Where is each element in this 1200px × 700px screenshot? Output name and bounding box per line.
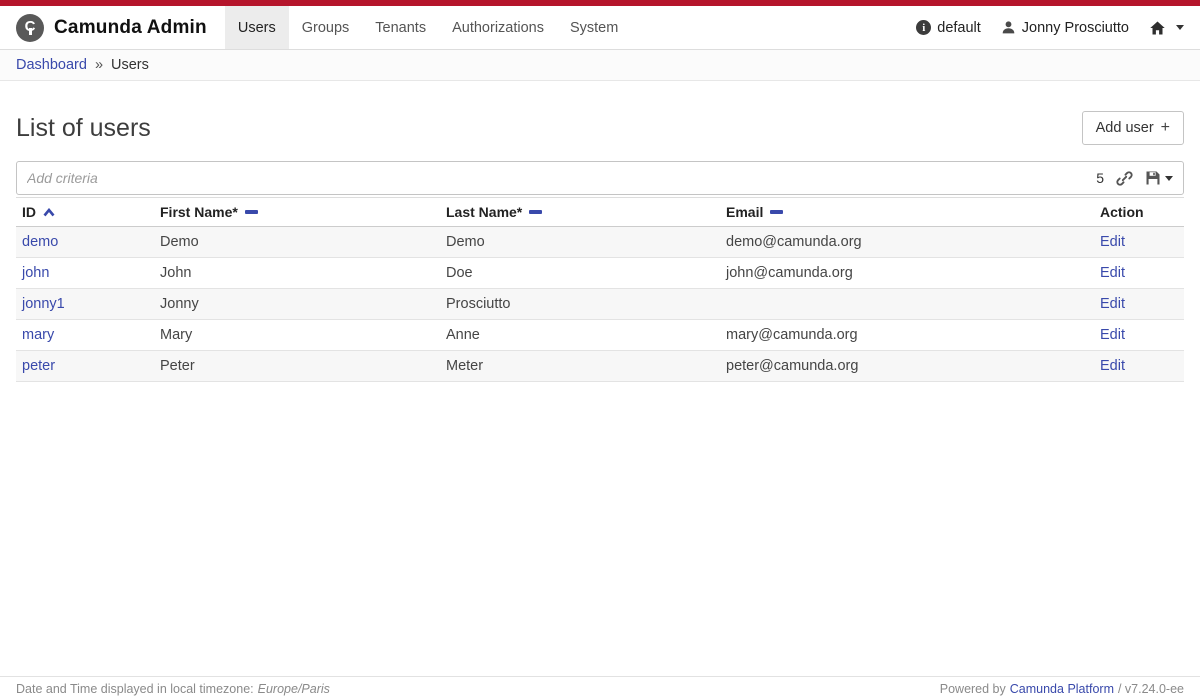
user-menu[interactable]: Jonny Prosciutto: [1001, 20, 1129, 36]
table-row: demo Demo Demo demo@camunda.org Edit: [16, 227, 1184, 258]
breadcrumb-separator: »: [95, 57, 103, 73]
edit-user-link[interactable]: Edit: [1100, 296, 1125, 312]
cell-email: mary@camunda.org: [720, 320, 1094, 351]
timezone-value: Europe/Paris: [258, 682, 330, 696]
camunda-logo-icon: C: [16, 14, 44, 42]
cell-last-name: Meter: [440, 351, 720, 382]
add-user-button[interactable]: Add user +: [1082, 111, 1184, 145]
cell-email: peter@camunda.org: [720, 351, 1094, 382]
cell-email: [720, 289, 1094, 320]
user-id-link[interactable]: john: [22, 265, 49, 281]
breadcrumb-dashboard-link[interactable]: Dashboard: [16, 57, 87, 73]
breadcrumb: Dashboard » Users: [0, 50, 1200, 81]
cell-last-name: Anne: [440, 320, 720, 351]
nav-item-authorizations[interactable]: Authorizations: [439, 6, 557, 49]
remove-column-icon[interactable]: [529, 210, 542, 214]
cell-last-name: Doe: [440, 258, 720, 289]
cell-first-name: Peter: [154, 351, 440, 382]
copy-link-button[interactable]: [1116, 170, 1133, 187]
table-header-row: ID First Name*: [16, 198, 1184, 227]
link-icon: [1116, 170, 1133, 187]
table-row: john John Doe john@camunda.org Edit: [16, 258, 1184, 289]
table-row: jonny1 Jonny Prosciutto Edit: [16, 289, 1184, 320]
edit-user-link[interactable]: Edit: [1100, 265, 1125, 281]
nav-item-groups[interactable]: Groups: [289, 6, 363, 49]
cell-first-name: Mary: [154, 320, 440, 351]
column-header-email[interactable]: Email: [720, 198, 1094, 227]
cell-last-name: Demo: [440, 227, 720, 258]
main-content: List of users Add user + 5: [0, 111, 1200, 382]
nav-item-tenants[interactable]: Tenants: [362, 6, 439, 49]
user-name: Jonny Prosciutto: [1022, 20, 1129, 36]
remove-column-icon[interactable]: [245, 210, 258, 214]
table-row: peter Peter Meter peter@camunda.org Edit: [16, 351, 1184, 382]
camunda-admin-page: C Camunda Admin Users Groups Tenants Aut…: [0, 0, 1200, 700]
criteria-toolbar: 5: [1096, 170, 1173, 187]
cell-first-name: Jonny: [154, 289, 440, 320]
user-id-link[interactable]: mary: [22, 327, 54, 343]
cell-email: john@camunda.org: [720, 258, 1094, 289]
engine-selector[interactable]: i default: [916, 20, 981, 36]
nav-item-users[interactable]: Users: [225, 6, 289, 49]
edit-user-link[interactable]: Edit: [1100, 234, 1125, 250]
powered-by: Powered by Camunda Platform / v7.24.0-ee: [940, 682, 1184, 696]
engine-name: default: [937, 20, 981, 36]
breadcrumb-current: Users: [111, 57, 149, 73]
users-table: ID First Name*: [16, 197, 1184, 382]
column-header-last-name[interactable]: Last Name*: [440, 198, 720, 227]
cell-first-name: John: [154, 258, 440, 289]
edit-user-link[interactable]: Edit: [1100, 358, 1125, 374]
info-icon: i: [916, 20, 931, 35]
page-title: List of users: [16, 114, 151, 143]
sort-asc-icon: [43, 208, 55, 217]
save-filter-button[interactable]: [1145, 170, 1173, 186]
navbar-right: i default Jonny Prosciutto: [916, 6, 1200, 49]
user-id-link[interactable]: peter: [22, 358, 55, 374]
user-id-link[interactable]: jonny1: [22, 296, 65, 312]
home-menu[interactable]: [1149, 20, 1184, 36]
user-id-link[interactable]: demo: [22, 234, 58, 250]
app-title: Camunda Admin: [54, 17, 207, 39]
result-count: 5: [1096, 170, 1104, 186]
edit-user-link[interactable]: Edit: [1100, 327, 1125, 343]
main-nav: Users Groups Tenants Authorizations Syst…: [225, 6, 631, 49]
plus-icon: +: [1161, 119, 1170, 137]
cell-first-name: Demo: [154, 227, 440, 258]
search-criteria-bar: 5: [16, 161, 1184, 195]
column-header-first-name[interactable]: First Name*: [154, 198, 440, 227]
version-label: / v7.24.0-ee: [1118, 682, 1184, 696]
add-user-label: Add user: [1096, 120, 1154, 136]
app-brand[interactable]: C Camunda Admin: [0, 6, 225, 49]
save-dropdown-caret-icon: [1165, 176, 1173, 181]
timezone-note: Date and Time displayed in local timezon…: [16, 682, 330, 696]
cell-email: demo@camunda.org: [720, 227, 1094, 258]
content-header: List of users Add user +: [16, 111, 1184, 145]
nav-item-system[interactable]: System: [557, 6, 631, 49]
remove-column-icon[interactable]: [770, 210, 783, 214]
top-navbar: C Camunda Admin Users Groups Tenants Aut…: [0, 6, 1200, 50]
footer: Date and Time displayed in local timezon…: [0, 676, 1200, 700]
home-icon: [1149, 20, 1166, 36]
search-criteria-input[interactable]: [27, 170, 1096, 186]
cell-last-name: Prosciutto: [440, 289, 720, 320]
column-header-id[interactable]: ID: [16, 198, 154, 227]
chevron-down-icon: [1176, 25, 1184, 30]
save-icon: [1145, 170, 1161, 186]
camunda-platform-link[interactable]: Camunda Platform: [1010, 682, 1114, 696]
person-icon: [1001, 20, 1016, 35]
column-header-action: Action: [1094, 198, 1184, 227]
table-row: mary Mary Anne mary@camunda.org Edit: [16, 320, 1184, 351]
